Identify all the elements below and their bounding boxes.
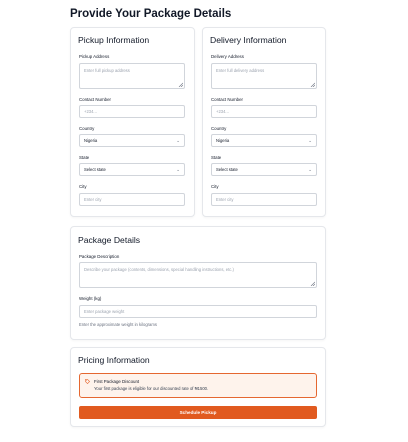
resize-handle-icon[interactable] — [178, 82, 183, 87]
resize-handle-icon[interactable] — [310, 82, 315, 87]
pickup-contact-placeholder: +234... — [84, 109, 97, 114]
delivery-state-value: Select state — [216, 167, 238, 172]
delivery-city-placeholder: Enter city — [216, 197, 234, 202]
discount-text: Your first package is eligible for our d… — [94, 386, 209, 391]
delivery-country-label: Country — [211, 126, 227, 131]
chevron-down-icon: ⌄ — [308, 137, 312, 143]
package-description-placeholder: Describe your package (contents, dimensi… — [84, 267, 234, 272]
package-description-label: Package Description — [79, 254, 120, 259]
delivery-address-label: Delivery Address — [211, 54, 244, 59]
pickup-address-label: Pickup Address — [79, 54, 110, 59]
delivery-contact-placeholder: +234... — [216, 109, 229, 114]
pickup-address-placeholder: Enter full pickup address — [84, 68, 130, 73]
delivery-address-input[interactable]: Enter full delivery address — [211, 63, 317, 89]
chevron-down-icon: ⌄ — [308, 166, 312, 172]
delivery-country-value: Nigeria — [216, 138, 230, 143]
weight-input[interactable]: Enter package weight — [79, 305, 317, 318]
weight-label: Weight (kg) — [79, 296, 102, 301]
resize-handle-icon[interactable] — [310, 281, 315, 286]
discount-banner: First Package Discount Your first packag… — [79, 373, 317, 398]
delivery-city-label: City — [211, 184, 219, 189]
discount-title: First Package Discount — [94, 379, 140, 384]
pickup-state-select[interactable]: Select state ⌄ — [79, 163, 185, 176]
weight-placeholder: Enter package weight — [84, 309, 125, 314]
package-card-title: Package Details — [78, 235, 141, 245]
pickup-card-title: Pickup Information — [78, 35, 150, 45]
page-title: Provide Your Package Details — [70, 8, 232, 20]
chevron-down-icon: ⌄ — [176, 166, 180, 172]
pickup-state-value: Select state — [84, 167, 106, 172]
delivery-address-placeholder: Enter full delivery address — [216, 68, 265, 73]
tag-icon — [85, 379, 90, 384]
delivery-contact-input[interactable]: +234... — [211, 105, 317, 118]
delivery-city-input[interactable]: Enter city — [211, 193, 317, 206]
pickup-city-label: City — [79, 184, 87, 189]
pickup-city-placeholder: Enter city — [84, 197, 102, 202]
chevron-down-icon: ⌄ — [176, 137, 180, 143]
delivery-contact-label: Contact Number — [211, 97, 243, 102]
pickup-address-input[interactable]: Enter full pickup address — [79, 63, 185, 89]
weight-hint: Enter the approximate weight in kilogram… — [79, 322, 157, 327]
delivery-state-select[interactable]: Select state ⌄ — [211, 163, 317, 176]
pickup-city-input[interactable]: Enter city — [79, 193, 185, 206]
pricing-card-title: Pricing Information — [78, 355, 150, 365]
pickup-state-label: State — [79, 155, 90, 160]
pickup-country-value: Nigeria — [84, 138, 98, 143]
schedule-pickup-button[interactable]: Schedule Pickup — [79, 406, 317, 419]
pickup-contact-label: Contact Number — [79, 97, 111, 102]
pickup-contact-input[interactable]: +234... — [79, 105, 185, 118]
delivery-state-label: State — [211, 155, 222, 160]
pickup-country-label: Country — [79, 126, 95, 131]
pickup-country-select[interactable]: Nigeria ⌄ — [79, 134, 185, 147]
delivery-card-title: Delivery Information — [210, 35, 287, 45]
package-description-input[interactable]: Describe your package (contents, dimensi… — [79, 262, 317, 288]
delivery-country-select[interactable]: Nigeria ⌄ — [211, 134, 317, 147]
